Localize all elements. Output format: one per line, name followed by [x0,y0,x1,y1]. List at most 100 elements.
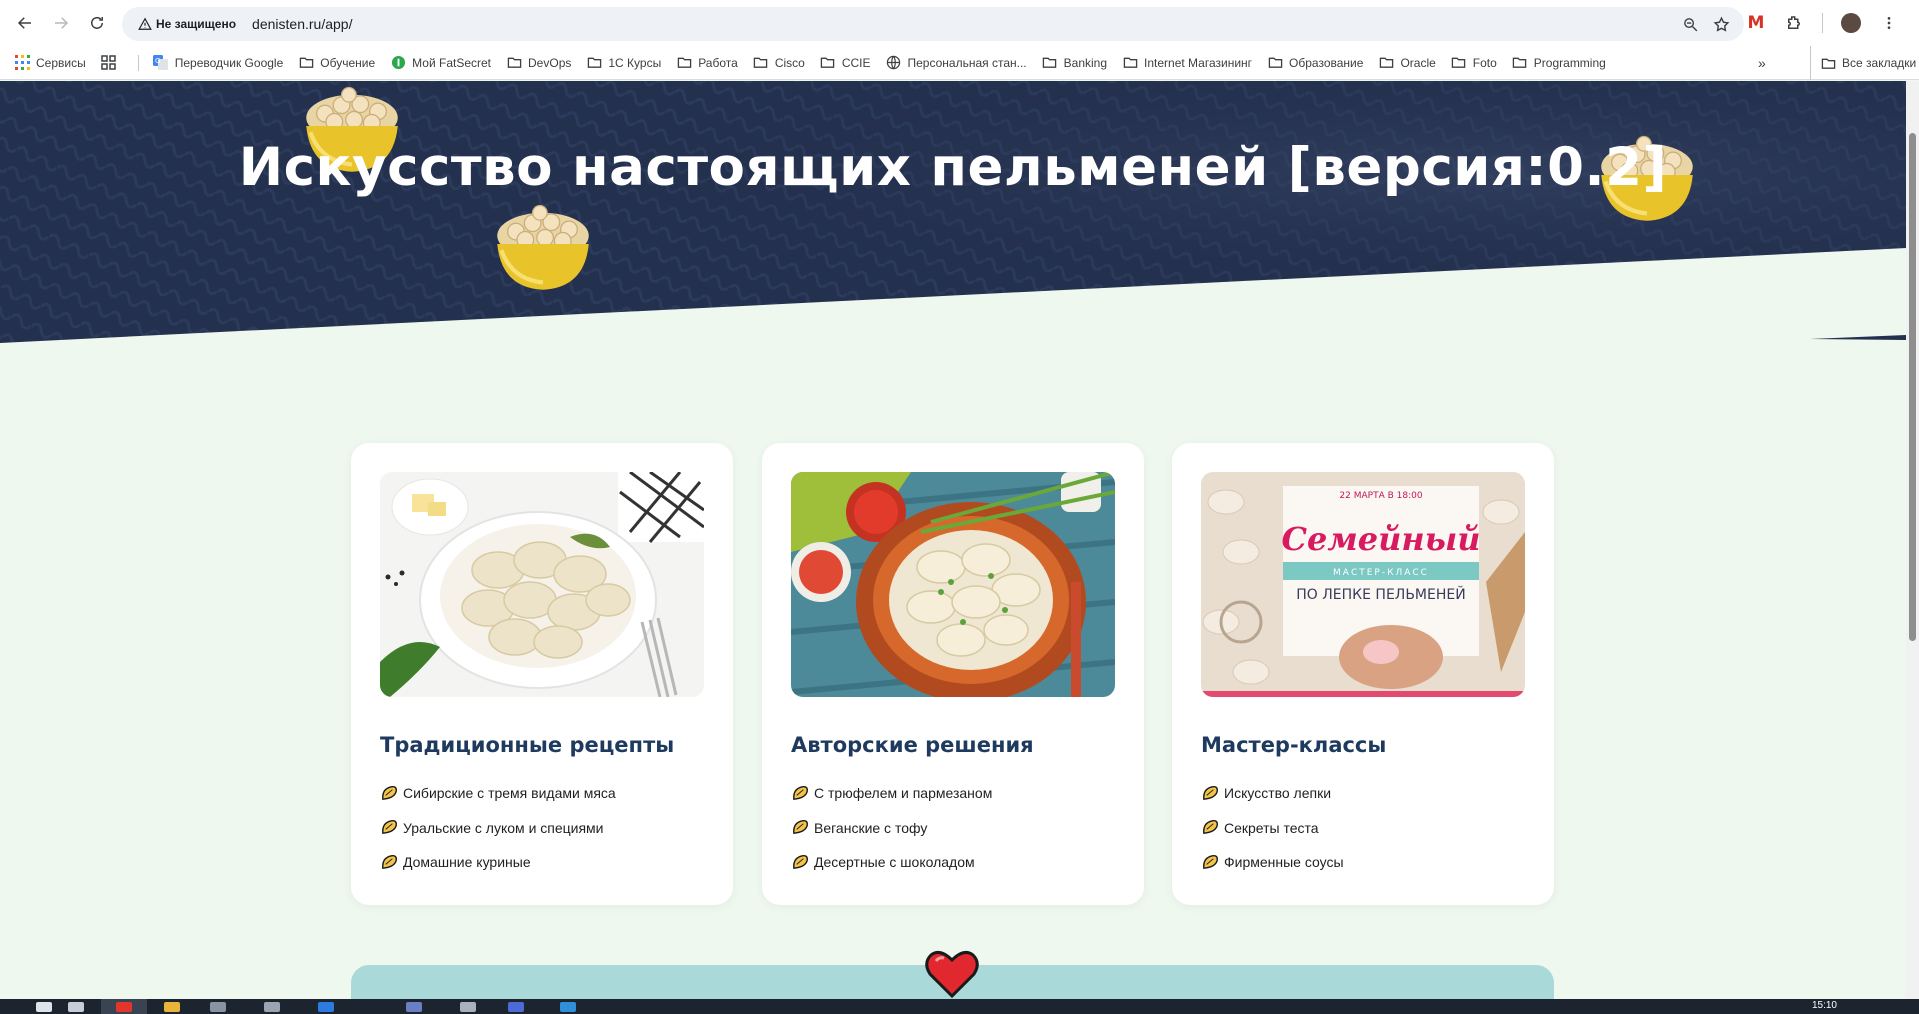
address-bar[interactable]: Не защищено denisten.ru/app/ [122,7,1744,41]
list-item-label: С трюфелем и пармезаном [814,785,993,802]
bookmark-folder-1c[interactable]: 1С Курсы [586,55,661,71]
os-taskbar: 15:10 [0,999,1919,1014]
bookmark-folder-banking[interactable]: Banking [1042,55,1107,71]
bookmarks-divider [137,54,139,71]
apps-grid-icon [14,55,30,71]
taskbar-app-icon[interactable] [264,1002,280,1012]
bookmark-folder-oracle[interactable]: Oracle [1378,55,1436,71]
fatsecret-icon [390,55,406,71]
card-title: Авторские решения [791,733,1034,757]
dumpling-bullet-icon [1203,820,1218,835]
list-item-label: Десертные с шоколадом [814,854,975,871]
taskbar-app-icon[interactable] [318,1002,334,1012]
tab-groups-icon [101,55,117,71]
browser-toolbar: Не защищено denisten.ru/app/ M [0,0,1919,46]
bookmark-label: Переводчик Google [174,55,284,70]
bookmark-folder-ccie[interactable]: CCIE [820,55,871,71]
bookmark-folder-devops[interactable]: DevOps [506,55,571,71]
bookmarks-overflow-button[interactable]: » [1758,46,1766,80]
bookmark-star-icon[interactable] [1713,15,1730,33]
bookmark-folder-rabota[interactable]: Работа [676,55,738,71]
bookmark-label: Internet Магазининг [1144,55,1253,70]
dumpling-bullet-icon [382,854,397,869]
chrome-taskbar-icon[interactable] [116,1002,132,1012]
bookmark-folder-cisco[interactable]: Cisco [753,55,805,71]
poster-headline: Семейный [1281,520,1480,558]
taskbar-app-icon[interactable] [164,1002,180,1012]
bookmark-folder-foto[interactable]: Foto [1451,55,1497,71]
bookmark-label: Banking [1063,55,1108,70]
dumplings-bowl-image [791,472,1115,697]
taskbar-app-icon[interactable] [460,1002,476,1012]
bookmark-tab-groups[interactable] [101,55,123,71]
gmail-extension-icon[interactable]: M [1746,13,1766,33]
folder-icon [676,55,692,71]
scrollbar-thumb[interactable] [1909,133,1916,641]
page-scrollbar[interactable] [1906,81,1919,999]
list-item: Домашние куриные [380,845,616,880]
heart-icon [925,950,979,999]
folder-icon [820,55,836,71]
folder-icon [1378,55,1394,71]
bookmark-label: Работа [698,55,738,70]
dumpling-bullet-icon [1203,785,1218,800]
bookmark-label: Foto [1472,55,1497,70]
extensions-icon[interactable] [1784,13,1804,33]
bookmark-label: CCIE [841,55,871,70]
profile-avatar[interactable] [1841,13,1861,33]
folder-icon [1512,55,1528,71]
taskbar-clock: 15:10 [1811,1000,1837,1011]
folder-icon [753,55,769,71]
dumpling-bullet-icon [793,820,808,835]
card-traditional: Традиционные рецепты Сибирские с тремя в… [351,443,733,905]
taskbar-app-icon[interactable] [36,1002,52,1012]
bookmark-services[interactable]: Сервисы [14,55,86,71]
bookmark-folder-education[interactable]: Образование [1267,55,1363,71]
page-viewport: Искусство настоящих пельменей [версия:0.… [0,81,1906,999]
back-button[interactable] [8,6,42,40]
all-bookmarks-button[interactable]: Все закладки [1810,46,1916,80]
poster-ribbon: МАСТЕР-КЛАСС [1333,568,1429,578]
bookmark-personal-page[interactable]: Персональная стан... [886,55,1027,71]
url-text[interactable]: denisten.ru/app/ [252,16,352,32]
bookmark-folder-programming[interactable]: Programming [1512,55,1606,71]
taskbar-app-icon[interactable] [406,1002,422,1012]
bookmarks-bar: Сервисы G Переводчик Google Обучение Мой… [0,46,1919,80]
card-image: 22 МАРТА В 18:00 Семейный МАСТЕР-КЛАСС П… [1201,472,1525,697]
bookmark-label: Cisco [774,55,805,70]
list-item: Сибирские с тремя видами мяса [380,776,616,811]
bookmark-label: Сервисы [36,55,86,70]
forward-button[interactable] [44,6,78,40]
list-item: Десертные с шоколадом [791,845,992,880]
warning-icon [138,17,152,30]
bookmark-folder-internet-shopping[interactable]: Internet Магазининг [1122,55,1252,71]
list-item: Секреты теста [1201,811,1344,846]
hero-banner: Искусство настоящих пельменей [версия:0.… [0,81,1906,351]
menu-kebab-icon[interactable] [1879,13,1899,33]
taskbar-app-icon[interactable] [210,1002,226,1012]
bookmark-label: Обучение [320,55,376,70]
folder-icon [586,55,602,71]
security-chip[interactable]: Не защищено [130,11,244,37]
list-item: Веганские с тофу [791,811,992,846]
dumpling-bullet-icon [793,785,808,800]
card-image [791,472,1115,697]
bookmark-fatsecret[interactable]: Мой FatSecret [390,55,491,71]
list-item-label: Фирменные соусы [1224,854,1344,871]
bookmark-folder-obuchenie[interactable]: Обучение [298,55,375,71]
taskbar-app-icon[interactable] [68,1002,84,1012]
taskbar-app-icon[interactable] [508,1002,524,1012]
pelmeni-bowl-icon [497,204,589,290]
list-item: Искусство лепки [1201,776,1344,811]
bookmark-label: 1С Курсы [608,55,662,70]
zoom-icon[interactable] [1682,16,1699,33]
taskbar-app-icon[interactable] [560,1002,576,1012]
card-list: С трюфелем и пармезаном Веганские с тофу… [791,776,992,880]
list-item: Уральские с луком и специями [380,811,616,846]
all-bookmarks-label: Все закладки [1842,56,1917,70]
back-arrow-icon [17,17,31,29]
globe-icon [886,55,902,71]
list-item-label: Веганские с тофу [814,819,928,836]
reload-button[interactable] [80,6,114,40]
bookmark-google-translate[interactable]: G Переводчик Google [153,55,284,71]
